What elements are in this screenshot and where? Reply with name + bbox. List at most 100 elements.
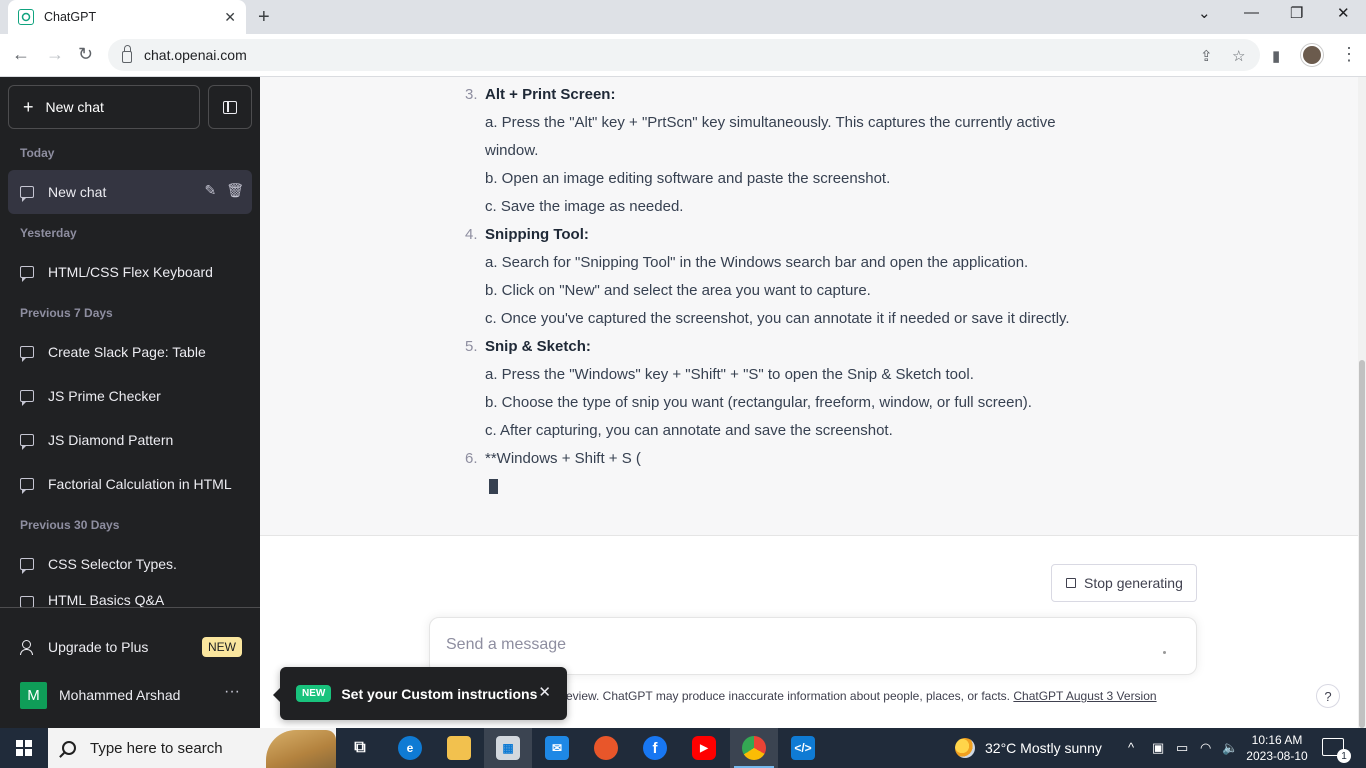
message-input[interactable] bbox=[446, 636, 1126, 654]
stop-generating-button[interactable]: Stop generating bbox=[1051, 564, 1197, 602]
list-number: 4. bbox=[465, 226, 478, 243]
user-menu[interactable]: M Mohammed Arshad ··· bbox=[8, 673, 252, 717]
chat-bubble-icon bbox=[20, 558, 34, 574]
custom-instructions-toast[interactable]: NEW Set your Custom instructions ✕ bbox=[273, 667, 567, 720]
profile-avatar[interactable] bbox=[1301, 44, 1323, 66]
step-line: a. Press the "Windows" key + "Shift" + "… bbox=[485, 366, 974, 383]
upgrade-button[interactable]: Upgrade to Plus NEW bbox=[8, 625, 252, 669]
scrollbar-thumb[interactable] bbox=[1359, 360, 1365, 728]
minimize-icon[interactable]: — bbox=[1244, 4, 1259, 21]
mail-icon[interactable]: ✉ bbox=[545, 736, 569, 760]
version-link[interactable]: ChatGPT August 3 Version bbox=[1013, 689, 1156, 703]
chat-item[interactable]: HTML Basics Q&A bbox=[8, 586, 252, 608]
step-line: c. Once you've captured the screenshot, … bbox=[485, 310, 1070, 327]
chat-item[interactable]: Factorial Calculation in HTML bbox=[8, 462, 252, 506]
search-highlight-image bbox=[266, 730, 336, 768]
edge-icon[interactable]: e bbox=[398, 736, 422, 760]
share-icon[interactable]: ⇪ bbox=[1200, 47, 1213, 65]
typing-cursor bbox=[489, 479, 498, 494]
meet-now-icon[interactable]: ▣ bbox=[1152, 740, 1164, 756]
step-line: a. Press the "Alt" key + "PrtScn" key si… bbox=[485, 114, 1056, 131]
side-panel-icon[interactable]: ▮ bbox=[1272, 47, 1280, 65]
chatgpt-favicon-icon bbox=[18, 9, 34, 25]
tab-title: ChatGPT bbox=[44, 10, 97, 24]
browser-tabstrip: ChatGPT ✕ + ⌄ — ❐ ✕ bbox=[0, 0, 1366, 34]
edit-pencil-icon[interactable]: ✎ bbox=[204, 182, 216, 199]
toast-text: Set your Custom instructions bbox=[341, 685, 538, 702]
step-line: b. Click on "New" and select the area yo… bbox=[485, 282, 871, 299]
address-bar[interactable]: chat.openai.com bbox=[108, 39, 1260, 71]
close-sidebar-button[interactable] bbox=[208, 85, 252, 129]
volume-icon[interactable]: 🔈 bbox=[1222, 740, 1238, 756]
sidebar-toggle-icon bbox=[223, 100, 237, 114]
new-tab-icon[interactable]: + bbox=[258, 6, 270, 28]
chat-main: 3. Alt + Print Screen: a. Press the "Alt… bbox=[260, 77, 1358, 728]
help-button[interactable]: ? bbox=[1316, 684, 1340, 708]
display-icon[interactable]: ▭ bbox=[1176, 740, 1188, 756]
step-line: b. Open an image editing software and pa… bbox=[485, 170, 891, 187]
chat-item-active[interactable]: New chat ✎ 🗑 bbox=[8, 170, 252, 214]
search-icon bbox=[62, 741, 76, 755]
browser-tab[interactable]: ChatGPT ✕ bbox=[8, 0, 246, 34]
section-label: Yesterday bbox=[20, 226, 77, 240]
list-number: 3. bbox=[465, 86, 478, 103]
more-options-icon[interactable]: ··· bbox=[224, 683, 240, 701]
tab-close-icon[interactable]: ✕ bbox=[224, 9, 236, 26]
notification-center-icon[interactable]: 1 bbox=[1322, 738, 1351, 763]
chat-item[interactable]: HTML/CSS Flex Keyboard bbox=[8, 250, 252, 294]
tray-overflow-icon[interactable]: ^ bbox=[1128, 740, 1134, 755]
firefox-icon[interactable] bbox=[594, 736, 618, 760]
restore-icon[interactable]: ❐ bbox=[1290, 4, 1303, 22]
clock-time: 10:16 AM bbox=[1251, 733, 1303, 747]
assistant-message: 3. Alt + Print Screen: a. Press the "Alt… bbox=[260, 77, 1358, 536]
step-line: **Windows + Shift + S ( bbox=[485, 450, 641, 467]
vscode-icon[interactable]: </> bbox=[791, 736, 815, 760]
stop-square-icon bbox=[1066, 578, 1076, 588]
reload-icon[interactable]: ↻ bbox=[78, 44, 93, 65]
chat-item-label: CSS Selector Types. bbox=[48, 556, 177, 572]
window-close-icon[interactable]: ✕ bbox=[1337, 4, 1350, 22]
sidebar: + New chat Today New chat ✎ 🗑 Yesterday … bbox=[0, 77, 260, 728]
task-view-icon[interactable]: ⧉ bbox=[348, 736, 372, 760]
wifi-icon[interactable]: ◠ bbox=[1200, 740, 1211, 756]
close-icon[interactable]: ✕ bbox=[538, 683, 551, 701]
chat-item[interactable]: Create Slack Page: Table bbox=[8, 330, 252, 374]
chat-item[interactable]: JS Diamond Pattern bbox=[8, 418, 252, 462]
system-clock[interactable]: 10:16 AM 2023-08-10 bbox=[1244, 732, 1310, 764]
user-name: Mohammed Arshad bbox=[59, 687, 181, 703]
trash-icon[interactable]: 🗑 bbox=[226, 182, 244, 199]
notification-count: 1 bbox=[1337, 749, 1351, 763]
chat-item[interactable]: CSS Selector Types. bbox=[8, 542, 252, 586]
disclaimer: eview. ChatGPT may produce inaccurate in… bbox=[566, 689, 1157, 703]
windows-start-icon[interactable] bbox=[16, 740, 32, 756]
taskbar-search[interactable]: Type here to search bbox=[48, 728, 336, 768]
upgrade-label: Upgrade to Plus bbox=[48, 639, 149, 655]
browser-menu-icon[interactable]: ⋮ bbox=[1340, 44, 1358, 64]
weather-text: 32°C Mostly sunny bbox=[985, 740, 1102, 756]
step-line: a. Search for "Snipping Tool" in the Win… bbox=[485, 254, 1029, 271]
tab-search-icon[interactable]: ⌄ bbox=[1198, 4, 1211, 22]
chrome-icon[interactable] bbox=[742, 736, 766, 760]
clock-date: 2023-08-10 bbox=[1246, 749, 1308, 763]
bookmark-star-icon[interactable]: ☆ bbox=[1232, 47, 1245, 65]
new-chat-button[interactable]: + New chat bbox=[8, 85, 200, 129]
store-icon[interactable]: ▦ bbox=[496, 736, 520, 760]
chat-item[interactable]: JS Prime Checker bbox=[8, 374, 252, 418]
section-label: Today bbox=[20, 146, 55, 160]
user-avatar: M bbox=[20, 681, 47, 709]
step-line: b. Choose the type of snip you want (rec… bbox=[485, 394, 1032, 411]
forward-icon[interactable]: → bbox=[46, 44, 64, 65]
scrollbar[interactable] bbox=[1358, 77, 1366, 728]
chat-bubble-icon bbox=[20, 266, 34, 282]
facebook-icon[interactable]: f bbox=[643, 736, 667, 760]
step-line: c. Save the image as needed. bbox=[485, 198, 684, 215]
youtube-icon[interactable]: ▶ bbox=[692, 736, 716, 760]
browser-toolbar: ← → ↻ chat.openai.com ⇪ ☆ ▮ bbox=[0, 34, 1366, 77]
weather-widget[interactable]: 32°C Mostly sunny bbox=[955, 728, 1102, 768]
sidebar-divider bbox=[0, 607, 260, 608]
section-label: Previous 30 Days bbox=[20, 518, 120, 532]
file-explorer-icon[interactable] bbox=[447, 736, 471, 760]
new-tag: NEW bbox=[296, 685, 332, 702]
list-number: 5. bbox=[465, 338, 478, 355]
back-icon[interactable]: ← bbox=[12, 44, 30, 65]
